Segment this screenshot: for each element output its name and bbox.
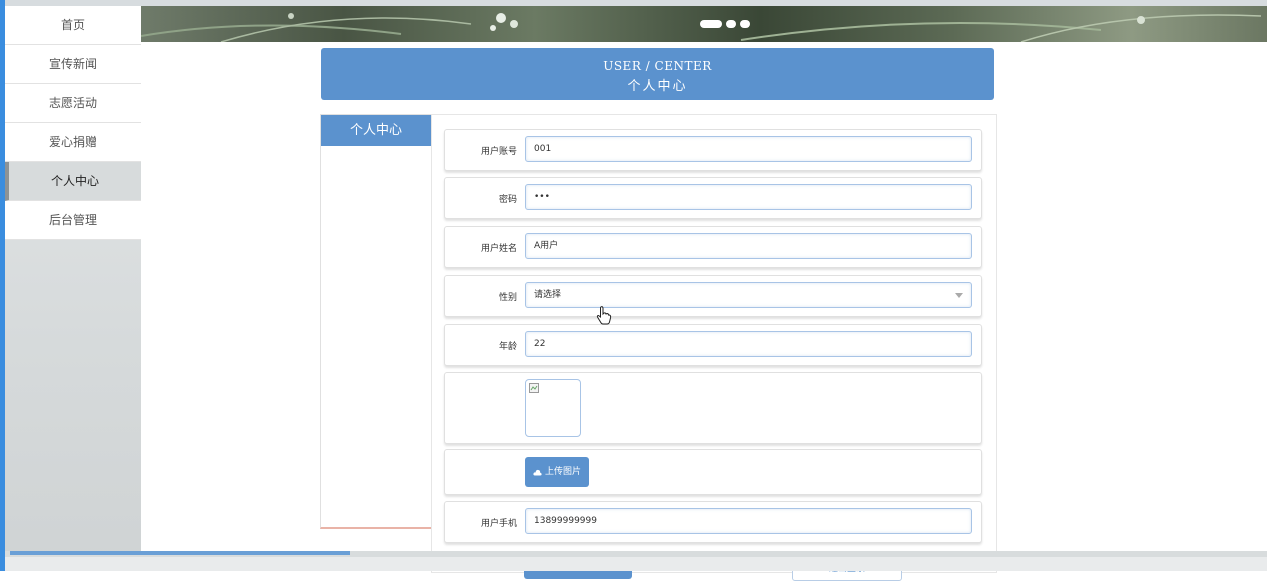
sidebar-item-volunteer[interactable]: 志愿活动 bbox=[5, 84, 141, 123]
page-title-cn: 个人中心 bbox=[627, 79, 688, 94]
sidebar-item-home[interactable]: 首页 bbox=[5, 6, 141, 45]
form-row-upload: 上传图片 bbox=[444, 449, 982, 495]
page-title-en: USER / CENTER bbox=[603, 59, 712, 73]
name-label: 用户姓名 bbox=[480, 244, 517, 254]
horizontal-scrollbar[interactable] bbox=[5, 551, 1267, 571]
carousel-dot[interactable] bbox=[740, 20, 750, 28]
carousel-dot[interactable] bbox=[726, 20, 736, 28]
age-label: 年龄 bbox=[498, 342, 517, 352]
hand-pointer-icon bbox=[596, 306, 612, 325]
sidebar: 首页 宣传新闻 志愿活动 爱心捐赠 个人中心 后台管理 bbox=[5, 6, 141, 571]
upload-image-button[interactable]: 上传图片 bbox=[525, 457, 589, 487]
scrollbar-track bbox=[5, 557, 1267, 571]
sidebar-item-user-center[interactable]: 个人中心 bbox=[5, 162, 141, 201]
side-menu-title[interactable]: 个人中心 bbox=[321, 115, 431, 146]
cloud-upload-icon bbox=[533, 469, 542, 475]
phone-input[interactable]: 13899999999 bbox=[525, 508, 972, 534]
form-row-phone: 用户手机 13899999999 bbox=[444, 501, 982, 543]
account-input[interactable]: 001 bbox=[525, 136, 972, 162]
form-row-account: 用户账号 001 bbox=[444, 129, 982, 171]
scrollbar-thumb[interactable] bbox=[10, 551, 350, 555]
password-label: 密码 bbox=[498, 195, 517, 205]
carousel-dot-active[interactable] bbox=[700, 20, 722, 28]
broken-image-icon bbox=[529, 383, 539, 393]
gender-label: 性别 bbox=[498, 293, 517, 303]
profile-form: 用户账号 001 密码 ••• 用户姓名 A用户 性别 请选择 年龄 22 上传… bbox=[431, 114, 997, 581]
form-row-gender: 性别 请选择 bbox=[444, 275, 982, 317]
phone-label: 用户手机 bbox=[480, 519, 517, 529]
sidebar-item-news[interactable]: 宣传新闻 bbox=[5, 45, 141, 84]
form-row-age: 年龄 22 bbox=[444, 324, 982, 366]
form-row-avatar bbox=[444, 372, 982, 444]
password-input[interactable]: ••• bbox=[525, 184, 972, 210]
chevron-down-icon bbox=[955, 293, 963, 298]
gender-select-value: 请选择 bbox=[534, 290, 562, 300]
side-menu-card: 个人中心 bbox=[320, 114, 432, 529]
page-header: USER / CENTER 个人中心 bbox=[321, 48, 994, 100]
banner-carousel bbox=[141, 6, 1267, 42]
age-input[interactable]: 22 bbox=[525, 331, 972, 357]
account-label: 用户账号 bbox=[480, 147, 517, 157]
gender-select[interactable]: 请选择 bbox=[525, 282, 972, 308]
name-input[interactable]: A用户 bbox=[525, 233, 972, 259]
upload-button-label: 上传图片 bbox=[544, 467, 581, 477]
sidebar-item-donation[interactable]: 爱心捐赠 bbox=[5, 123, 141, 162]
avatar-preview bbox=[525, 379, 581, 437]
form-row-password: 密码 ••• bbox=[444, 177, 982, 219]
carousel-indicators bbox=[700, 20, 750, 28]
sidebar-item-admin[interactable]: 后台管理 bbox=[5, 201, 141, 240]
form-row-name: 用户姓名 A用户 bbox=[444, 226, 982, 268]
